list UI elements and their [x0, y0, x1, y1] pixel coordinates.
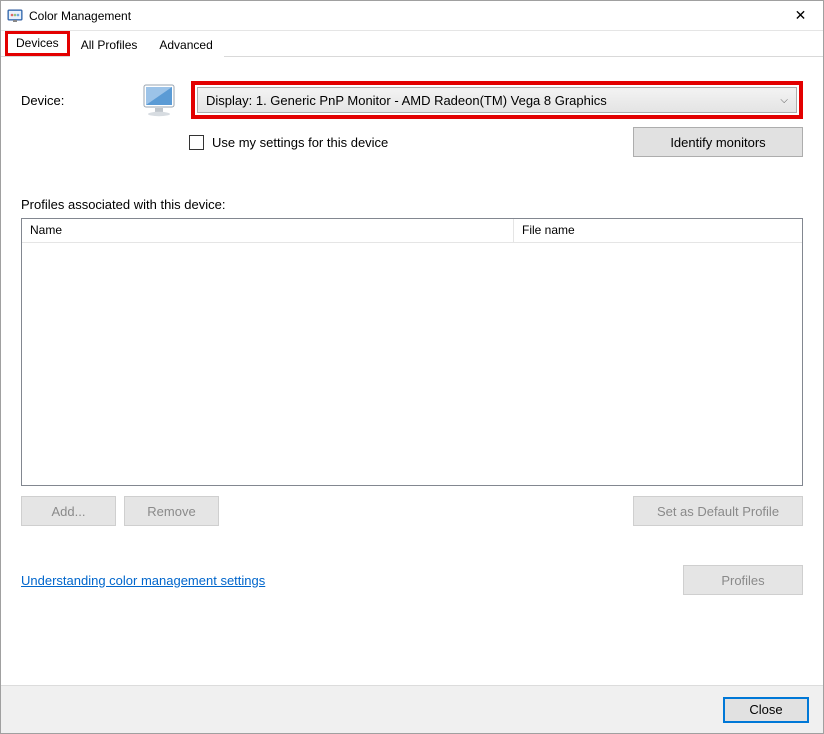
device-dropdown[interactable]: Display: 1. Generic PnP Monitor - AMD Ra…: [197, 87, 797, 113]
color-management-window: Color Management ✕ Devices All Profiles …: [0, 0, 824, 734]
profiles-button[interactable]: Profiles: [683, 565, 803, 595]
tab-advanced[interactable]: Advanced: [148, 33, 223, 57]
set-default-profile-button[interactable]: Set as Default Profile: [633, 496, 803, 526]
profiles-list-body: [22, 243, 802, 485]
tab-strip: Devices All Profiles Advanced: [1, 31, 823, 57]
device-dropdown-highlight: Display: 1. Generic PnP Monitor - AMD Ra…: [191, 81, 803, 119]
profile-buttons-row: Add... Remove Set as Default Profile: [21, 496, 803, 526]
remove-button[interactable]: Remove: [124, 496, 219, 526]
tab-devices[interactable]: Devices: [5, 31, 70, 56]
app-icon: [7, 8, 23, 24]
use-settings-checkbox[interactable]: [189, 135, 204, 150]
understanding-link[interactable]: Understanding color management settings: [21, 573, 265, 588]
use-settings-row: Use my settings for this device Identify…: [189, 127, 803, 157]
profiles-list[interactable]: Name File name: [21, 218, 803, 486]
tab-content-devices: Device: Display: 1. Generic PnP Monitor …: [1, 57, 823, 685]
profiles-list-header: Name File name: [22, 219, 802, 243]
monitor-icon: [141, 82, 181, 118]
tab-all-profiles[interactable]: All Profiles: [70, 33, 149, 57]
chevron-down-icon: ⌵: [780, 95, 788, 106]
close-button[interactable]: Close: [723, 697, 809, 723]
add-button[interactable]: Add...: [21, 496, 116, 526]
device-label: Device:: [21, 93, 131, 108]
identify-monitors-button[interactable]: Identify monitors: [633, 127, 803, 157]
use-settings-label: Use my settings for this device: [212, 135, 388, 150]
window-close-button[interactable]: ✕: [778, 1, 823, 31]
column-header-name[interactable]: Name: [22, 219, 514, 242]
titlebar: Color Management ✕: [1, 1, 823, 31]
dialog-footer: Close: [1, 685, 823, 733]
device-dropdown-value: Display: 1. Generic PnP Monitor - AMD Ra…: [206, 93, 607, 108]
bottom-row: Understanding color management settings …: [21, 565, 803, 605]
close-icon: ✕: [795, 7, 807, 24]
profiles-list-label: Profiles associated with this device:: [21, 197, 803, 212]
device-row: Device: Display: 1. Generic PnP Monitor …: [21, 81, 803, 119]
column-header-filename[interactable]: File name: [514, 219, 802, 242]
window-title: Color Management: [29, 9, 131, 23]
